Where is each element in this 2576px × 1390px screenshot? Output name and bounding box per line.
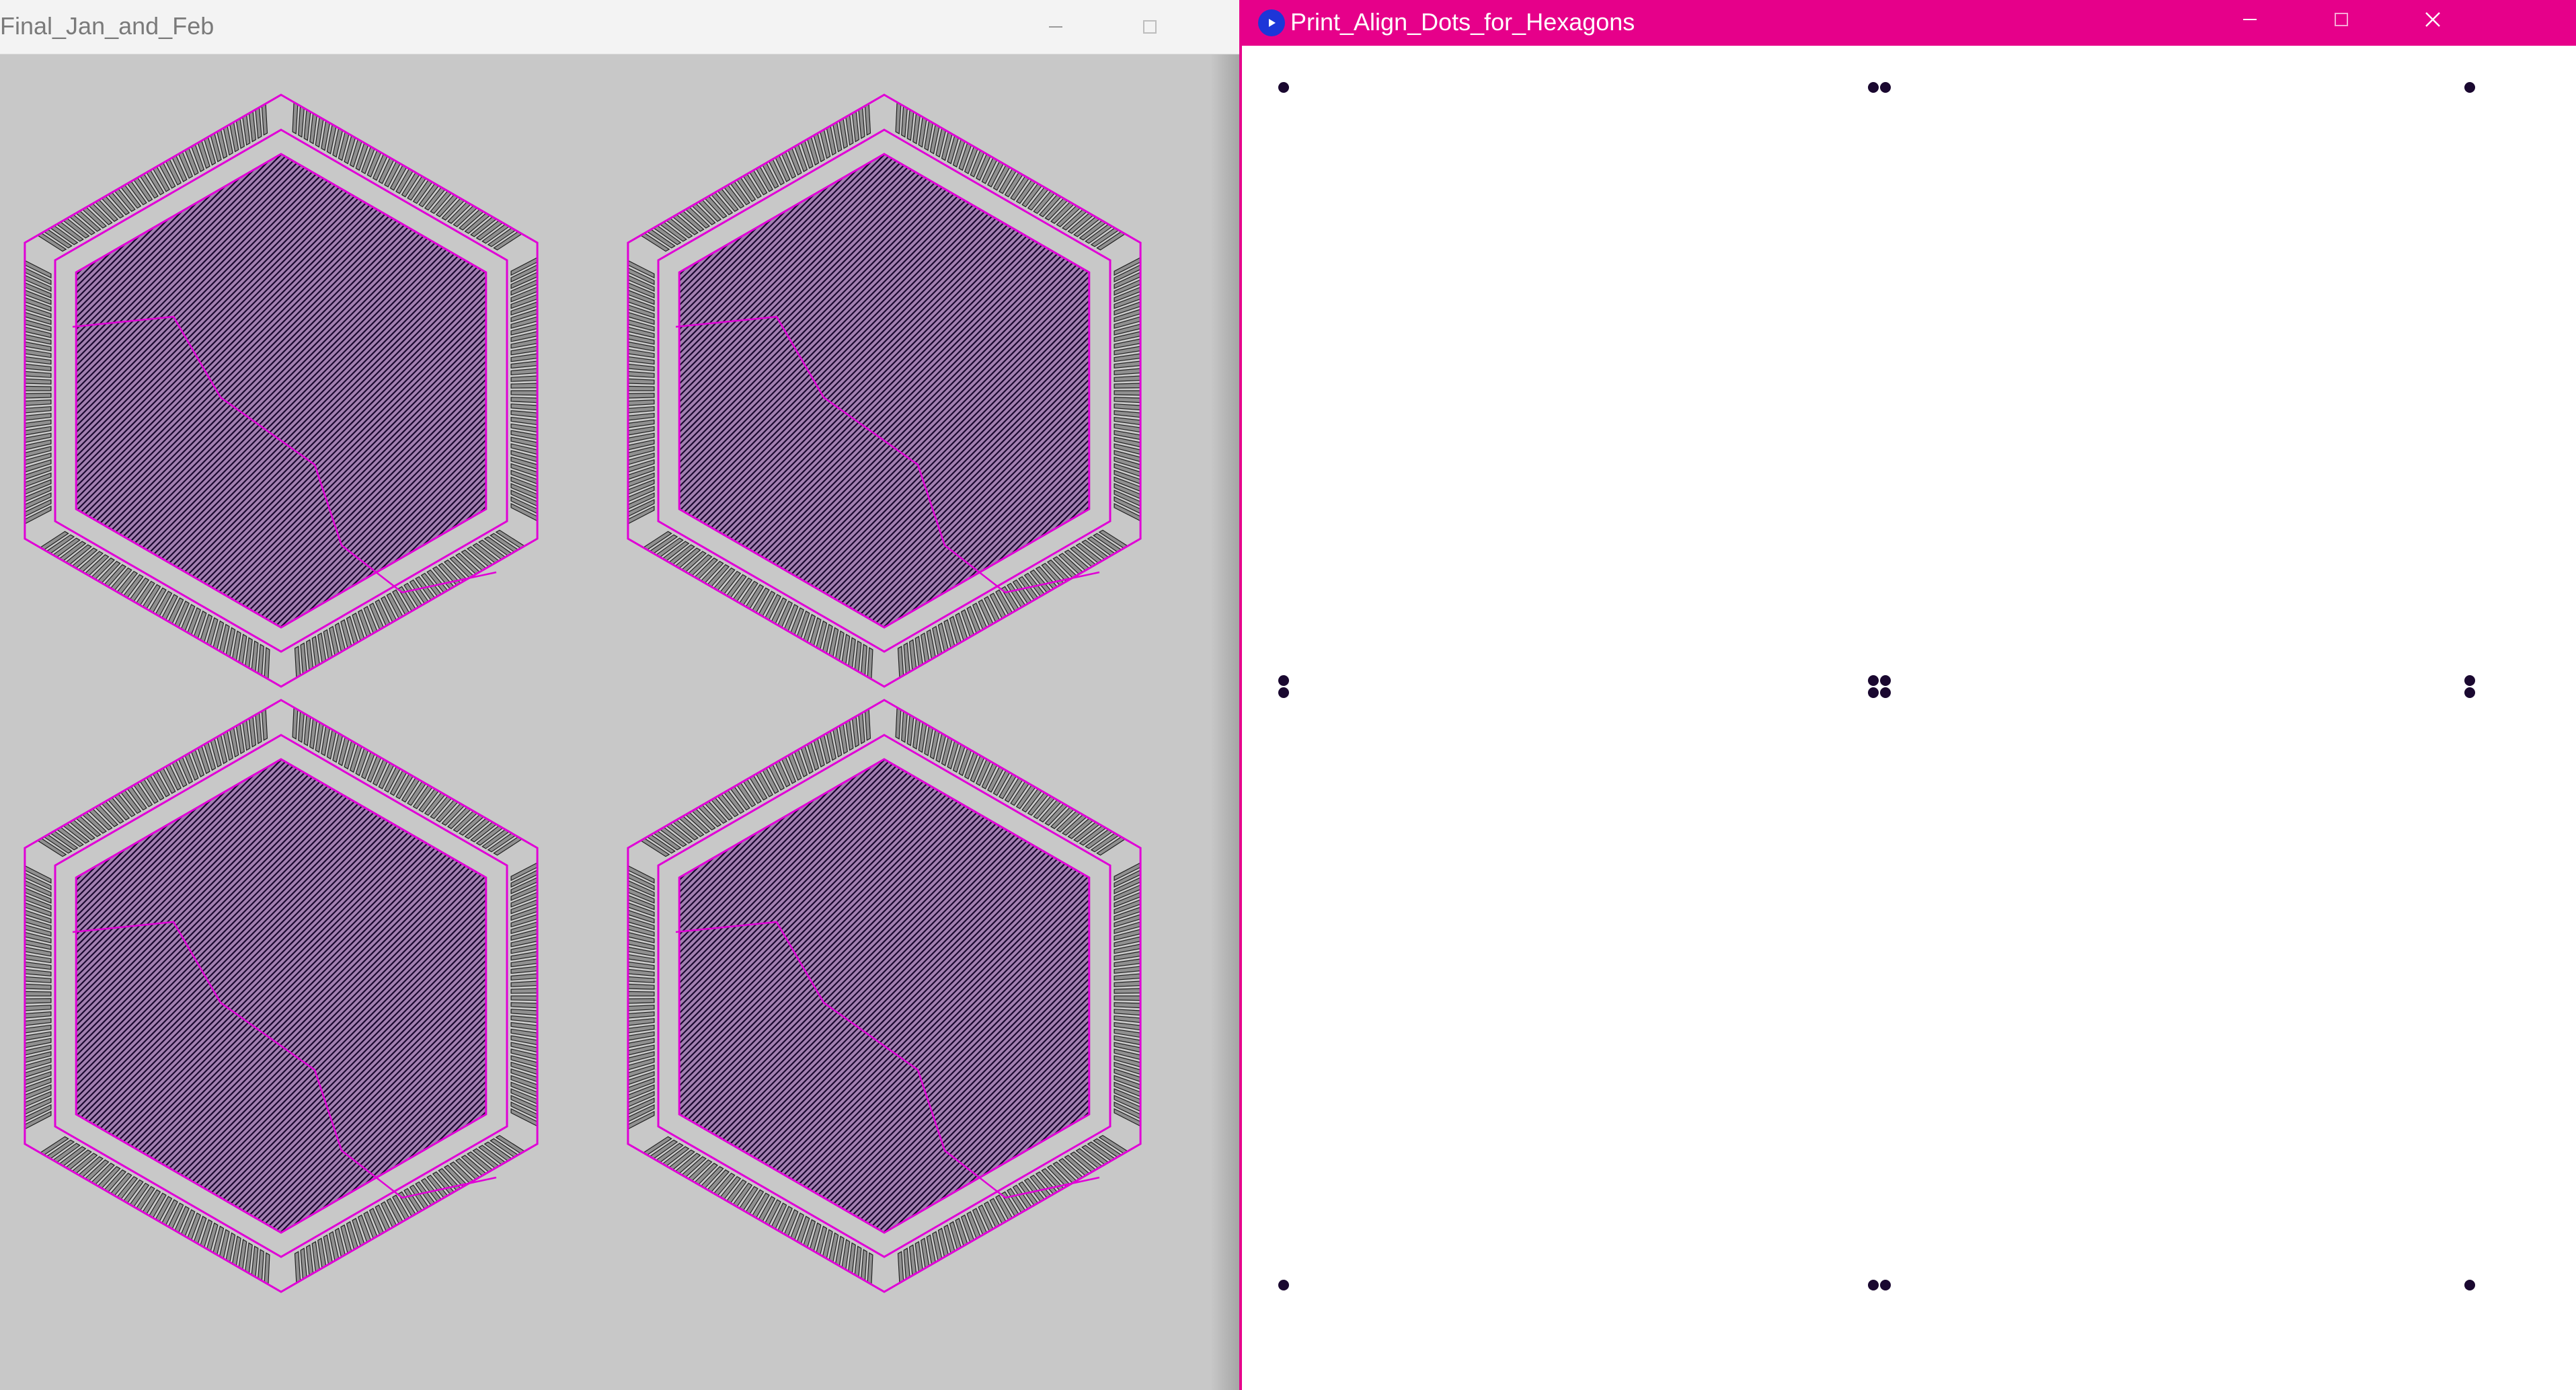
align-dot [2464,1280,2475,1290]
align-dot [2464,687,2475,698]
left-window-title: Final_Jan_and_Feb [0,12,214,40]
align-dots-canvas[interactable] [1242,46,2576,1390]
align-dot-group [1278,82,1289,93]
left-maximize-button[interactable] [1113,0,1187,54]
align-dot [1278,82,1289,93]
align-dot [1868,675,1879,686]
align-dot [1880,1280,1891,1290]
right-minimize-button[interactable] [2213,0,2287,39]
right-window-title: Print_Align_Dots_for_Hexagons [1290,8,1635,36]
maximize-icon [1143,20,1157,34]
processing-play-icon [1258,9,1285,36]
close-icon [2425,12,2440,27]
align-dot-group [1868,82,1891,93]
align-dot [1868,1280,1879,1290]
left-window: Final_Jan_and_Feb [0,0,1241,1390]
align-dot [1868,687,1879,698]
align-dot [2464,82,2475,93]
align-dot-group [2464,1280,2475,1290]
left-titlebar[interactable]: Final_Jan_and_Feb [0,0,1241,54]
align-dot [1880,687,1891,698]
window-shadow [1210,54,1241,1390]
minimize-icon [1049,26,1062,28]
align-dot [1868,82,1879,93]
align-dot-group [2464,675,2475,698]
hexagon-canvas[interactable] [0,54,1241,1390]
maximize-icon [2335,13,2348,26]
align-dot-group [1278,1280,1289,1290]
align-dot-group [1868,1280,1891,1290]
left-minimize-button[interactable] [1019,0,1093,54]
align-dot-group [2464,82,2475,93]
right-titlebar[interactable]: Print_Align_Dots_for_Hexagons [1242,0,2576,46]
right-window: Print_Align_Dots_for_Hexagons [1239,0,2576,1390]
minimize-icon [2243,19,2257,20]
align-dot [1278,687,1289,698]
align-dot [2464,675,2475,686]
align-dot [1880,675,1891,686]
align-dot [1880,82,1891,93]
align-dot-group [1278,675,1289,698]
align-dot [1278,1280,1289,1290]
right-close-button[interactable] [2396,0,2470,39]
align-dot [1278,675,1289,686]
align-dot-group [1868,675,1891,698]
right-maximize-button[interactable] [2304,0,2378,39]
